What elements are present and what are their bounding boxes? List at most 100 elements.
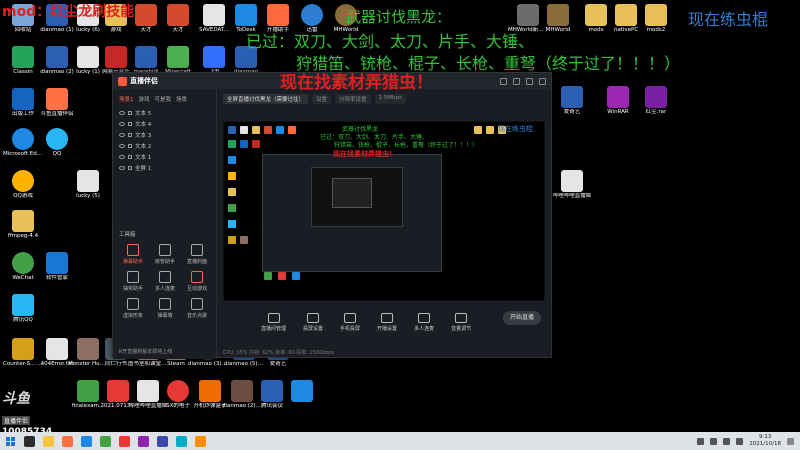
lock-icon[interactable] <box>128 110 132 115</box>
overlay-weapon-title: 武器讨伐黑龙： <box>346 8 452 26</box>
desktop-icon-tiancai[interactable]: 天才 <box>158 4 198 34</box>
taskbar-app-icon[interactable] <box>62 435 73 447</box>
tool-avatar[interactable]: 虚拟形象 <box>117 298 149 319</box>
minimize-button[interactable] <box>513 77 520 85</box>
taskbar-app-icon[interactable] <box>24 435 35 447</box>
tool-music[interactable]: 音乐点歌 <box>181 298 213 319</box>
close-button[interactable] <box>539 77 546 85</box>
source-item[interactable]: 文本 5 <box>113 107 216 118</box>
volume-button[interactable]: 音量调节 <box>451 312 471 332</box>
speaker-icon[interactable] <box>723 437 731 445</box>
eye-icon[interactable] <box>119 132 125 137</box>
network-icon[interactable] <box>710 437 718 445</box>
text-file-icon <box>517 4 539 26</box>
file-icon <box>203 4 225 26</box>
desktop-icon-tencent-meeting[interactable] <box>282 380 322 403</box>
desktop-icon-hongchen-rar[interactable]: 红尘.rar <box>636 86 676 116</box>
preview-icon <box>228 220 236 228</box>
source-item[interactable]: 全屏 1 <box>113 162 216 173</box>
notification-icon[interactable] <box>787 437 794 445</box>
preview-icon <box>252 140 260 148</box>
settings-icon[interactable] <box>500 77 507 85</box>
taskbar-app-icon[interactable] <box>195 435 206 447</box>
desktop-icon-ffmpeg[interactable]: ffmpeg-4.4 <box>3 210 43 240</box>
lock-icon[interactable] <box>128 165 132 170</box>
desktop-icon-mhworld-2[interactable]: MHWorld <box>538 4 578 34</box>
tool-cover[interactable]: 直播封面 <box>181 244 213 265</box>
tool-interactive-game[interactable]: 互动游戏 <box>181 271 213 292</box>
avatar-icon <box>127 298 139 310</box>
tab-game[interactable]: 游戏 <box>139 95 150 103</box>
start-button[interactable] <box>0 432 20 450</box>
eye-icon[interactable] <box>119 121 125 126</box>
eye-icon[interactable] <box>119 165 125 170</box>
taskbar-app-icon[interactable] <box>157 435 168 447</box>
eye-icon[interactable] <box>119 154 125 159</box>
announcement-text[interactable]: K开直播新版本即将上线 <box>119 348 172 355</box>
game-icon <box>12 338 34 360</box>
source-item[interactable]: 文本 3 <box>113 129 216 140</box>
desktop-icon-mods2[interactable]: mods2 <box>636 4 676 34</box>
source-panel: 场景1 游戏 可是我 场景 文本 5 文本 4 文本 3 文本 2 文本 1 全… <box>113 89 217 359</box>
tab-scene[interactable]: 场景 <box>176 95 187 103</box>
overlay-current-weapon: 现在练虫棍 <box>688 10 769 29</box>
source-item[interactable]: 文本 1 <box>113 151 216 162</box>
clock-time: 9:13 <box>758 434 772 440</box>
tool-danmaku-wall[interactable]: 弹幕墙 <box>149 298 181 319</box>
todesk-icon <box>235 4 257 26</box>
live-settings-button[interactable]: 开播设置 <box>377 312 397 332</box>
nested-preview-window-2 <box>311 167 403 227</box>
phone-cast-button[interactable]: 手机投屏 <box>340 312 360 332</box>
source-item[interactable]: 文本 4 <box>113 118 216 129</box>
source-item[interactable]: 文本 2 <box>113 140 216 151</box>
desktop-icon-qq-game[interactable]: QQ游戏 <box>3 170 43 200</box>
lock-icon[interactable] <box>128 143 132 148</box>
preview-icon <box>278 272 286 280</box>
desktop-icon-winrar-doc[interactable]: 爱奇艺 <box>552 86 592 116</box>
eye-icon[interactable] <box>119 110 125 115</box>
overlay-material-caption: 现在找素材弄猎虫！ <box>280 73 433 93</box>
taskbar-app-icon[interactable] <box>81 435 92 447</box>
settings-tab[interactable]: 设置 <box>312 94 332 104</box>
taskbar-app-icon[interactable] <box>119 435 130 447</box>
stream-preview[interactable]: 武器讨伐黑龙 已过：双刀、大剑、太刀、片手、大锤、 狩猎笛、铳枪、棍子、长枪、重… <box>223 121 545 301</box>
app-icon <box>167 4 189 26</box>
lock-icon[interactable] <box>128 121 132 126</box>
multi-mic-button[interactable]: 多人连麦 <box>414 312 434 332</box>
room-manage-button[interactable]: 直播间管理 <box>261 312 286 332</box>
tool-lottery[interactable]: 抽奖助手 <box>117 271 149 292</box>
taskbar-app-icon[interactable] <box>100 435 111 447</box>
tool-danmaku[interactable]: 弹幕助手 <box>117 244 149 265</box>
desktop-icon-winrar[interactable]: WinRAR <box>598 86 638 116</box>
tab-scene-1[interactable]: 场景1 <box>119 95 134 103</box>
taskbar-app-icon[interactable] <box>176 435 187 447</box>
desktop-icon-lucky-5[interactable]: lucky (5) <box>68 170 108 200</box>
desktop-icon-qq[interactable]: QQ <box>37 128 77 158</box>
maximize-button[interactable] <box>526 77 533 85</box>
eye-icon[interactable] <box>119 143 125 148</box>
desktop-icon-douyu[interactable]: 斗鱼直播伴侣 <box>37 88 77 118</box>
desktop-icon-tencent-qq[interactable]: 腾讯QQ <box>3 294 43 324</box>
bitrate-tab[interactable]: 2.5Mbps <box>374 94 406 104</box>
lock-icon[interactable] <box>128 154 132 159</box>
stream-title[interactable]: 全屏直播讨伐黑龙（需要过往） <box>223 94 309 104</box>
lock-icon[interactable] <box>128 132 132 137</box>
tab-scene-alt[interactable]: 可是我 <box>155 95 172 103</box>
cast-settings-button[interactable]: 投屏设置 <box>303 312 323 332</box>
preview-icon <box>252 126 260 134</box>
taskbar-app-icon[interactable] <box>43 435 54 447</box>
preview-icon <box>486 126 494 134</box>
tool-room-admin[interactable]: 房管助手 <box>149 244 181 265</box>
resolution-tab[interactable]: 分辨率设置 <box>335 94 371 104</box>
feishu-icon <box>203 46 225 68</box>
pdf-icon <box>107 380 129 402</box>
start-live-button[interactable]: 开始直播 <box>503 311 541 325</box>
ime-icon[interactable] <box>736 437 744 445</box>
desktop-icon-software[interactable]: 软件管家 <box>37 252 77 282</box>
desktop-icon-doc-right[interactable]: 哔哩哔哩直播姬 <box>552 170 592 200</box>
folder-icon <box>645 4 667 26</box>
chevron-up-icon[interactable] <box>697 437 705 445</box>
clock[interactable]: 9:13 2021/10/18 <box>749 434 781 448</box>
taskbar-app-icon[interactable] <box>138 435 149 447</box>
tool-multi-mic[interactable]: 多人连麦 <box>149 271 181 292</box>
